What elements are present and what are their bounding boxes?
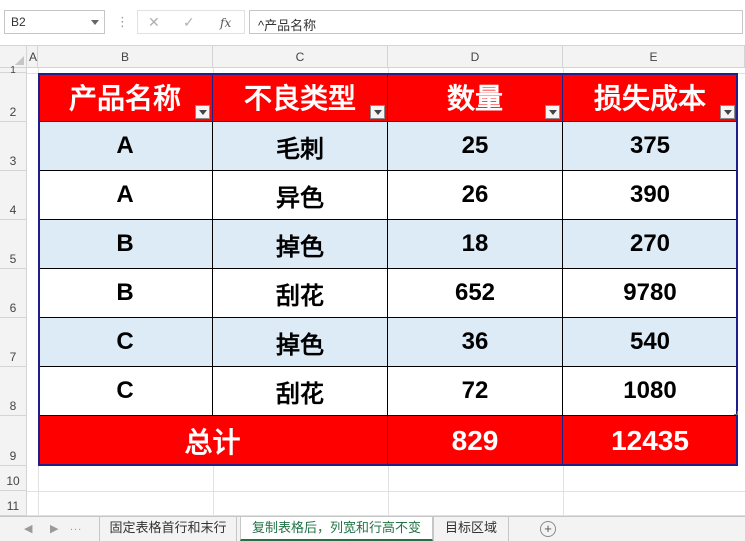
table-cell[interactable]: 270 xyxy=(563,220,738,269)
next-sheet-icon[interactable]: ▶ xyxy=(50,522,58,535)
sheet-tab-target-area[interactable]: 目标区域 xyxy=(433,517,509,541)
select-all-icon xyxy=(15,56,24,65)
filter-dropdown-icon[interactable] xyxy=(720,105,735,119)
column-header-a[interactable]: A xyxy=(27,46,38,68)
table-cell[interactable]: B xyxy=(38,220,213,269)
table-cell[interactable]: 异色 xyxy=(213,171,388,220)
formula-actions: ✕ ✓ fx xyxy=(137,10,245,34)
formula-input-value: ^产品名称 xyxy=(258,18,317,33)
sheet-tab-copy-table[interactable]: 复制表格后，列宽和行高不变 xyxy=(240,517,433,541)
table-resize-handle[interactable] xyxy=(734,411,738,415)
row-header-7[interactable]: 7 xyxy=(0,318,27,367)
row-header-11[interactable]: 11 xyxy=(0,491,27,516)
table-cell[interactable]: C xyxy=(38,318,213,367)
table-cell[interactable]: 36 xyxy=(388,318,563,367)
row-header-4[interactable]: 4 xyxy=(0,171,27,220)
cancel-icon[interactable]: ✕ xyxy=(148,14,160,30)
row-header-6[interactable]: 6 xyxy=(0,269,27,318)
table-cell[interactable]: 540 xyxy=(563,318,738,367)
column-header-d[interactable]: D xyxy=(388,46,563,68)
table-cell[interactable]: A xyxy=(38,171,213,220)
table-cell[interactable]: C xyxy=(38,367,213,416)
name-box[interactable]: B2 xyxy=(4,10,105,34)
formula-bar: B2 ⋮ ✕ ✓ fx ^产品名称 xyxy=(0,0,745,46)
name-box-value: B2 xyxy=(11,15,26,29)
header-label: 不良类型 xyxy=(243,83,356,114)
header-cell-product[interactable]: 产品名称 xyxy=(38,73,213,122)
column-header-c[interactable]: C xyxy=(213,46,388,68)
filter-dropdown-icon[interactable] xyxy=(545,105,560,119)
header-cell-defect-type[interactable]: 不良类型 xyxy=(213,73,388,122)
formula-input[interactable]: ^产品名称 xyxy=(249,10,743,34)
row-header-10[interactable]: 10 xyxy=(0,466,27,491)
table-cell[interactable]: A xyxy=(38,122,213,171)
table-cell[interactable]: 375 xyxy=(563,122,738,171)
table-cell[interactable]: 26 xyxy=(388,171,563,220)
vertical-dots-icon: ⋮ xyxy=(116,14,129,29)
table-cell[interactable]: B xyxy=(38,269,213,318)
table-cell[interactable]: 1080 xyxy=(563,367,738,416)
table-cell[interactable]: 390 xyxy=(563,171,738,220)
table-cell[interactable]: 刮花 xyxy=(213,269,388,318)
table-cell[interactable]: 掉色 xyxy=(213,318,388,367)
table-cell[interactable]: 9780 xyxy=(563,269,738,318)
row-header-3[interactable]: 3 xyxy=(0,122,27,171)
sheet-tab-freeze-rows[interactable]: 固定表格首行和末行 xyxy=(99,517,237,541)
more-sheets-icon[interactable]: ... xyxy=(70,521,82,533)
column-header-e[interactable]: E xyxy=(563,46,745,68)
chevron-down-icon[interactable] xyxy=(91,20,99,25)
table-cell[interactable]: 18 xyxy=(388,220,563,269)
header-cell-loss-cost[interactable]: 损失成本 xyxy=(563,73,738,122)
total-label-cell[interactable]: 总计 xyxy=(38,416,388,466)
confirm-icon[interactable]: ✓ xyxy=(183,14,195,30)
total-cost-cell[interactable]: 12435 xyxy=(563,416,738,466)
table-cell[interactable]: 刮花 xyxy=(213,367,388,416)
header-label: 损失成本 xyxy=(593,83,706,114)
row-header-9[interactable]: 9 xyxy=(0,416,27,466)
total-quantity-cell[interactable]: 829 xyxy=(388,416,563,466)
table-cell[interactable]: 72 xyxy=(388,367,563,416)
table-cell[interactable]: 25 xyxy=(388,122,563,171)
filter-dropdown-icon[interactable] xyxy=(195,105,210,119)
header-label: 数量 xyxy=(446,83,503,114)
table-cell[interactable]: 掉色 xyxy=(213,220,388,269)
filter-dropdown-icon[interactable] xyxy=(370,105,385,119)
prev-sheet-icon[interactable]: ◀ xyxy=(24,522,32,535)
insert-function-icon[interactable]: fx xyxy=(220,15,231,31)
row-header-5[interactable]: 5 xyxy=(0,220,27,269)
row-header-8[interactable]: 8 xyxy=(0,367,27,416)
header-cell-quantity[interactable]: 数量 xyxy=(388,73,563,122)
table-cell[interactable]: 毛刺 xyxy=(213,122,388,171)
add-sheet-icon[interactable]: + xyxy=(540,521,556,537)
header-label: 产品名称 xyxy=(68,83,181,114)
column-header-b[interactable]: B xyxy=(38,46,213,68)
row-header-2[interactable]: 2 xyxy=(0,73,27,122)
data-table: 产品名称 不良类型 数量 损失成本 A 毛刺 25 375 A 异色 26 39… xyxy=(38,73,738,466)
sheet-tab-bar: ◀ ▶ ... 固定表格首行和末行 复制表格后，列宽和行高不变 目标区域 + xyxy=(0,516,745,541)
grid-line xyxy=(27,491,745,492)
table-cell[interactable]: 652 xyxy=(388,269,563,318)
